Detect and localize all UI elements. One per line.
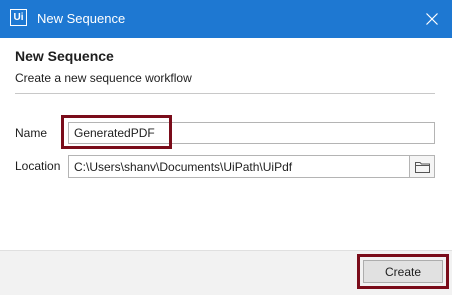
name-label: Name — [15, 126, 48, 140]
location-input[interactable] — [68, 155, 410, 178]
close-icon — [426, 13, 438, 25]
location-label: Location — [15, 159, 61, 173]
dialog-description: Create a new sequence workflow — [15, 71, 192, 85]
folder-icon — [415, 162, 430, 173]
uipath-logo: Ui — [10, 9, 27, 26]
dialog-heading: New Sequence — [15, 48, 114, 64]
header-divider — [15, 93, 435, 94]
name-input[interactable] — [68, 122, 435, 144]
close-button[interactable] — [418, 5, 446, 33]
browse-folder-button[interactable] — [410, 155, 435, 178]
title-bar: Ui New Sequence — [0, 0, 452, 38]
window-title: New Sequence — [37, 11, 126, 26]
create-button[interactable]: Create — [363, 260, 443, 283]
